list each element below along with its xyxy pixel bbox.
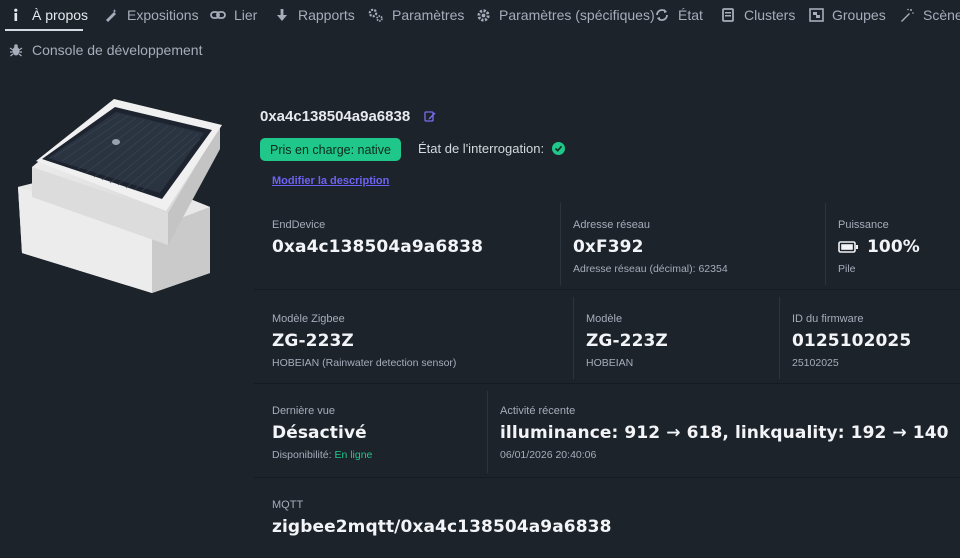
last-seen-label: Dernière vue: [272, 405, 335, 417]
tab-dev-console[interactable]: Console de développement: [8, 35, 202, 65]
tab-label: État: [678, 7, 703, 23]
interview-state-label: État de l'interrogation:: [418, 141, 545, 156]
network-address-value: 0xF392: [573, 237, 644, 257]
device-type-label: EndDevice: [272, 219, 326, 231]
tab-label: Groupes: [832, 7, 886, 23]
info-icon: [8, 7, 24, 23]
row-divider: [254, 289, 960, 290]
object-group-icon: [808, 7, 824, 23]
refresh-icon: [654, 7, 670, 23]
bug-icon: [8, 42, 24, 58]
interview-state: État de l'interrogation:: [418, 141, 566, 156]
battery-full-icon: [838, 241, 859, 253]
network-address-label: Adresse réseau: [573, 219, 651, 231]
tab-clusters[interactable]: Clusters: [720, 0, 795, 30]
device-image: [18, 99, 222, 293]
network-address-decimal: Adresse réseau (décimal): 62354: [573, 263, 728, 275]
device-title: 0xa4c138504a9a6838: [260, 108, 438, 125]
zigbee-model-description: HOBEIAN (Rainwater detection sensor): [272, 357, 457, 369]
model-vendor: HOBEIAN: [586, 357, 634, 369]
tab-exposes[interactable]: Expositions: [103, 0, 199, 30]
tab-specific-settings[interactable]: Paramètres (spécifiques): [475, 0, 655, 30]
tab-groups[interactable]: Groupes: [808, 0, 886, 30]
cogs-icon: [368, 7, 384, 23]
tab-label: Rapports: [298, 7, 355, 23]
power-value: 100%: [838, 237, 920, 257]
power-source: Pile: [838, 263, 856, 275]
zigbee-model-value: ZG-223Z: [272, 331, 354, 351]
firmware-id: 0125102025: [792, 331, 912, 351]
tab-settings[interactable]: Paramètres: [368, 0, 464, 30]
modify-description-link[interactable]: Modifier la description: [272, 175, 389, 187]
column-divider: [779, 297, 780, 379]
mqtt-topic: zigbee2mqtt/0xa4c138504a9a6838: [272, 517, 612, 537]
model-label: Modèle: [586, 313, 623, 325]
tab-label: Lier: [234, 7, 258, 23]
device-tabs: À propos Expositions Lier Rapports Param…: [0, 0, 960, 70]
availability-status: En ligne: [334, 449, 373, 461]
tab-label: Paramètres: [392, 7, 465, 23]
recent-activity-value: illuminance: 912 → 618, linkquality: 192…: [500, 423, 949, 443]
edit-icon[interactable]: [424, 110, 438, 124]
ieee-address: 0xa4c138504a9a6838: [272, 237, 484, 257]
tab-label: Clusters: [744, 7, 796, 23]
active-tab-indicator: [5, 29, 83, 31]
network-address-cell: Adresse réseau 0xF392 Adresse réseau (dé…: [573, 219, 728, 275]
zigbee-model-label: Modèle Zigbee: [272, 313, 345, 325]
arrow-down-icon: [274, 7, 290, 23]
power-cell: Puissance 100% Pile: [838, 219, 920, 275]
tab-label: Console de développement: [32, 42, 203, 58]
check-circle-icon: [552, 142, 566, 155]
tab-bind[interactable]: Lier: [210, 0, 257, 30]
column-divider: [573, 297, 574, 379]
magic-icon: [899, 7, 915, 23]
battery-level: 100%: [867, 237, 920, 257]
device-type-cell: EndDevice 0xa4c138504a9a6838: [272, 219, 483, 257]
availability: Disponibilité: En ligne: [272, 449, 372, 461]
tab-label: À propos: [32, 7, 89, 23]
firmware-label: ID du firmware: [792, 313, 864, 325]
tab-scene[interactable]: Scène: [899, 0, 960, 30]
recent-activity-time: 06/01/2026 20:40:06: [500, 449, 597, 461]
row-divider: [254, 477, 960, 478]
availability-label: Disponibilité:: [272, 449, 332, 461]
mqtt-label: MQTT: [272, 499, 304, 511]
recent-activity-label: Activité récente: [500, 405, 576, 417]
tab-about[interactable]: À propos: [8, 0, 88, 30]
model-value: ZG-223Z: [586, 331, 668, 351]
last-seen-cell: Dernière vue Désactivé Disponibilité: En…: [272, 405, 372, 461]
tab-state[interactable]: État: [654, 0, 703, 30]
tab-reporting[interactable]: Rapports: [274, 0, 355, 30]
support-status-badge: Pris en charge: native: [260, 138, 401, 161]
gear-icon: [475, 7, 491, 23]
tab-label: Paramètres (spécifiques): [499, 7, 655, 23]
list-icon: [720, 7, 736, 23]
tab-label: Expositions: [127, 7, 199, 23]
column-divider: [487, 391, 488, 473]
model-cell: Modèle ZG-223Z HOBEIAN: [586, 313, 668, 369]
recent-activity-cell: Activité récente illuminance: 912 → 618,…: [500, 405, 949, 461]
tab-label: Scène: [923, 7, 960, 23]
mqtt-cell: MQTT zigbee2mqtt/0xa4c138504a9a6838: [272, 499, 612, 537]
column-divider: [560, 203, 561, 285]
row-divider: [254, 383, 960, 384]
firmware-cell: ID du firmware 0125102025 25102025: [792, 313, 911, 369]
zigbee-model-cell: Modèle Zigbee ZG-223Z HOBEIAN (Rainwater…: [272, 313, 456, 369]
firmware-date-code: 25102025: [792, 357, 839, 369]
link-icon: [210, 7, 226, 23]
column-divider: [825, 203, 826, 285]
last-seen-value: Désactivé: [272, 423, 367, 443]
device-friendly-name: 0xa4c138504a9a6838: [260, 108, 411, 125]
power-label: Puissance: [838, 219, 889, 231]
wand-icon: [103, 7, 119, 23]
